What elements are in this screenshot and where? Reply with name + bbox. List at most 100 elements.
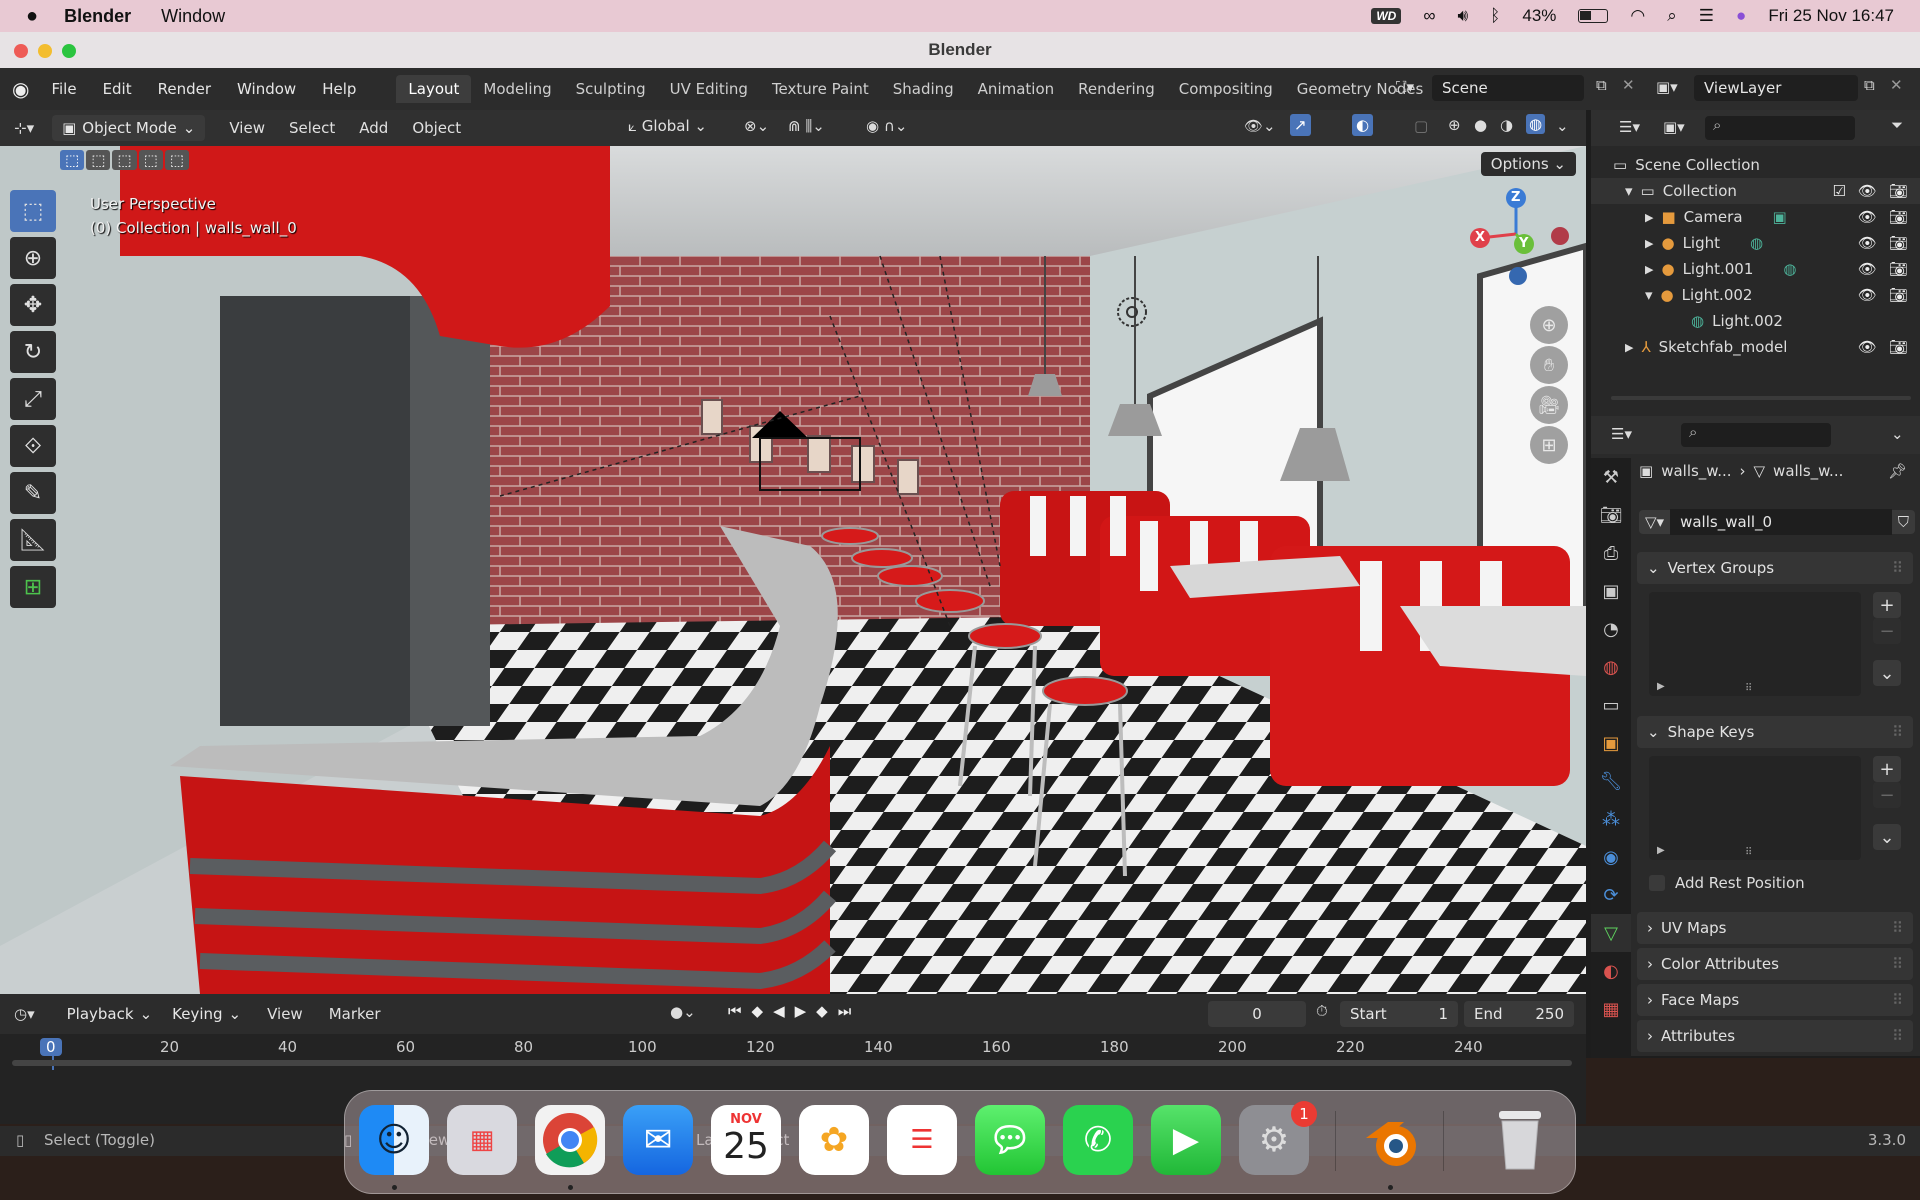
app-menu-name[interactable]: Blender	[64, 6, 131, 27]
expand-arrow-icon[interactable]: ▶	[1645, 237, 1653, 250]
physics-tab-icon[interactable]: ◉	[1591, 838, 1631, 876]
delete-scene-icon[interactable]: ✕	[1622, 76, 1635, 94]
creative-cloud-icon[interactable]: ∞	[1423, 6, 1435, 26]
add-rest-position-row[interactable]: Add Rest Position	[1649, 874, 1805, 892]
select-new-icon[interactable]: ⬚	[60, 150, 85, 170]
drag-handle-icon[interactable]: ⠿	[1892, 723, 1903, 741]
eye-icon[interactable]: 👁︎	[1858, 208, 1877, 226]
outliner-row-camera[interactable]: ▶ ■ Camera ▣ 👁︎ 📷︎	[1591, 204, 1920, 230]
tool-tab-icon[interactable]: ⚒	[1591, 458, 1631, 496]
zoom-icon[interactable]: ⊕	[1530, 306, 1568, 344]
render-tab-icon[interactable]: 📷︎	[1591, 496, 1631, 534]
pan-hand-icon[interactable]: ✋︎	[1530, 346, 1568, 384]
play-reverse-icon[interactable]: ◀	[773, 1002, 785, 1020]
viewlayer-icon[interactable]: ▣▾	[1656, 78, 1678, 96]
pin-icon[interactable]: 📌︎	[1888, 462, 1907, 480]
list-expand-icon[interactable]: ▶	[1657, 845, 1665, 856]
mail-icon[interactable]: ✉	[623, 1105, 693, 1175]
navigation-gizmo[interactable]: Z X Y	[1460, 186, 1572, 286]
drag-handle-icon[interactable]: ⠿	[1892, 559, 1903, 577]
light-data-icon[interactable]: ◍	[1750, 234, 1763, 252]
menu-render[interactable]: Render	[158, 80, 211, 98]
outliner-scene-collection[interactable]: ▭ Scene Collection	[1591, 152, 1920, 178]
shading-wireframe-icon[interactable]: ⊕	[1448, 116, 1461, 134]
outliner-search-input[interactable]: ⌕	[1705, 116, 1855, 140]
uv-maps-panel-header[interactable]: › UV Maps ⠿	[1637, 912, 1913, 944]
tab-texture-paint[interactable]: Texture Paint	[760, 75, 881, 103]
eye-icon[interactable]: 👁︎	[1858, 338, 1877, 356]
collapse-arrow-icon[interactable]: ▾	[1645, 286, 1653, 304]
timeline-scrollbar[interactable]	[12, 1060, 1572, 1066]
list-resize-handle-icon[interactable]: ⠿	[1745, 847, 1752, 858]
auto-keying-icon[interactable]: ●⌄	[670, 1003, 696, 1021]
eye-icon[interactable]: 👁︎	[1858, 260, 1877, 278]
spotlight-icon[interactable]: ⌕	[1667, 6, 1677, 26]
options-dropdown[interactable]: Options ⌄	[1480, 152, 1576, 176]
tab-layout[interactable]: Layout	[396, 75, 472, 103]
calendar-icon[interactable]: NOV 25	[711, 1105, 781, 1175]
viewlayer-name-field[interactable]: ViewLayer	[1694, 75, 1858, 101]
camera-render-icon[interactable]: 📷︎	[1889, 260, 1908, 278]
new-viewlayer-icon[interactable]: ⧉	[1864, 76, 1875, 94]
shading-material-icon[interactable]: ◑	[1500, 116, 1513, 134]
eye-icon[interactable]: 👁︎	[1858, 182, 1877, 200]
add-rest-position-checkbox[interactable]	[1649, 875, 1665, 891]
rotate-tool-icon[interactable]: ↻	[10, 331, 56, 373]
data-tab-icon[interactable]: ▽	[1591, 914, 1631, 952]
jump-end-icon[interactable]: ⏭	[838, 1002, 852, 1020]
tab-animation[interactable]: Animation	[966, 75, 1066, 103]
reminders-icon[interactable]: ☰	[887, 1105, 957, 1175]
modifier-tab-icon[interactable]: 🔧︎	[1591, 762, 1631, 800]
stopwatch-icon[interactable]: ⏱	[1316, 1002, 1328, 1020]
shading-options-chevron-icon[interactable]: ⌄	[1556, 117, 1569, 135]
photos-icon[interactable]: ✿	[799, 1105, 869, 1175]
display-mode-icon[interactable]: ▣▾	[1663, 118, 1685, 136]
expand-arrow-icon[interactable]: ▶	[1645, 263, 1653, 276]
breadcrumb-object[interactable]: walls_w...	[1661, 462, 1731, 480]
snap-icon[interactable]: ⋒ ⫼⌄	[788, 117, 825, 135]
shape-key-specials-button[interactable]: ⌄	[1873, 824, 1901, 850]
expand-arrow-icon[interactable]: ▾	[1625, 182, 1633, 200]
transform-orientation-dropdown[interactable]: ⟀ Global ⌄	[628, 117, 707, 135]
vertex-group-specials-button[interactable]: ⌄	[1873, 660, 1901, 686]
color-attributes-panel-header[interactable]: › Color Attributes ⠿	[1637, 948, 1913, 980]
vp-menu-view[interactable]: View	[229, 119, 265, 137]
particles-tab-icon[interactable]: ⁂	[1591, 800, 1631, 838]
blender-logo-icon[interactable]: ◉	[12, 77, 29, 101]
camera-render-icon[interactable]: 📷︎	[1889, 338, 1908, 356]
editor-type-icon[interactable]: ⊹▾	[14, 119, 34, 137]
select-intersect-icon[interactable]: ⬚	[164, 150, 189, 170]
eye-icon[interactable]: 👁︎	[1858, 234, 1877, 252]
camera-data-icon[interactable]: ▣	[1773, 208, 1787, 226]
tab-rendering[interactable]: Rendering	[1066, 75, 1167, 103]
scene-selector-icon[interactable]: ⛶▾	[1396, 78, 1414, 96]
trash-icon[interactable]	[1485, 1105, 1555, 1175]
scene-name-field[interactable]: Scene	[1432, 75, 1584, 101]
menu-window[interactable]: Window	[161, 6, 225, 27]
3d-viewport[interactable]: ⬚ ⊕ ✥ ↻ ⤢ ⟐ ✎ 📐︎ ⊞ ⬚ ⬚ ⬚ ⬚ ⬚ User Perspe…	[0, 146, 1586, 994]
tab-modeling[interactable]: Modeling	[471, 75, 563, 103]
camera-render-icon[interactable]: 📷︎	[1889, 234, 1908, 252]
tab-uv-editing[interactable]: UV Editing	[658, 75, 760, 103]
properties-options-chevron-icon[interactable]: ⌄	[1891, 425, 1904, 443]
tab-compositing[interactable]: Compositing	[1167, 75, 1285, 103]
move-tool-icon[interactable]: ✥	[10, 284, 56, 326]
launchpad-icon[interactable]: ▦	[447, 1105, 517, 1175]
camera-render-icon[interactable]: 📷︎	[1889, 286, 1908, 304]
output-tab-icon[interactable]: ⎙	[1591, 534, 1631, 572]
shading-rendered-icon[interactable]: ◍	[1526, 114, 1546, 134]
view-layer-tab-icon[interactable]: ▣	[1591, 572, 1631, 610]
facetime-icon[interactable]: ▶	[1151, 1105, 1221, 1175]
face-maps-panel-header[interactable]: › Face Maps ⠿	[1637, 984, 1913, 1016]
blender-dock-icon[interactable]	[1355, 1105, 1425, 1175]
world-tab-icon[interactable]: ◍	[1591, 648, 1631, 686]
visibility-dropdown-icon[interactable]: 👁︎⌄	[1244, 117, 1276, 135]
object-tab-icon[interactable]: ▣	[1591, 724, 1631, 762]
timeline-editor-icon[interactable]: ◷▾	[14, 1005, 35, 1023]
menu-edit[interactable]: Edit	[103, 80, 132, 98]
start-frame-field[interactable]: Start 1	[1340, 1001, 1458, 1027]
add-vertex-group-button[interactable]: +	[1873, 592, 1901, 618]
wifi-icon[interactable]: ◠	[1630, 6, 1645, 26]
add-shape-key-button[interactable]: +	[1873, 756, 1901, 782]
outliner-row-light-002[interactable]: ▾ ● Light.002 👁︎ 📷︎	[1591, 282, 1920, 308]
